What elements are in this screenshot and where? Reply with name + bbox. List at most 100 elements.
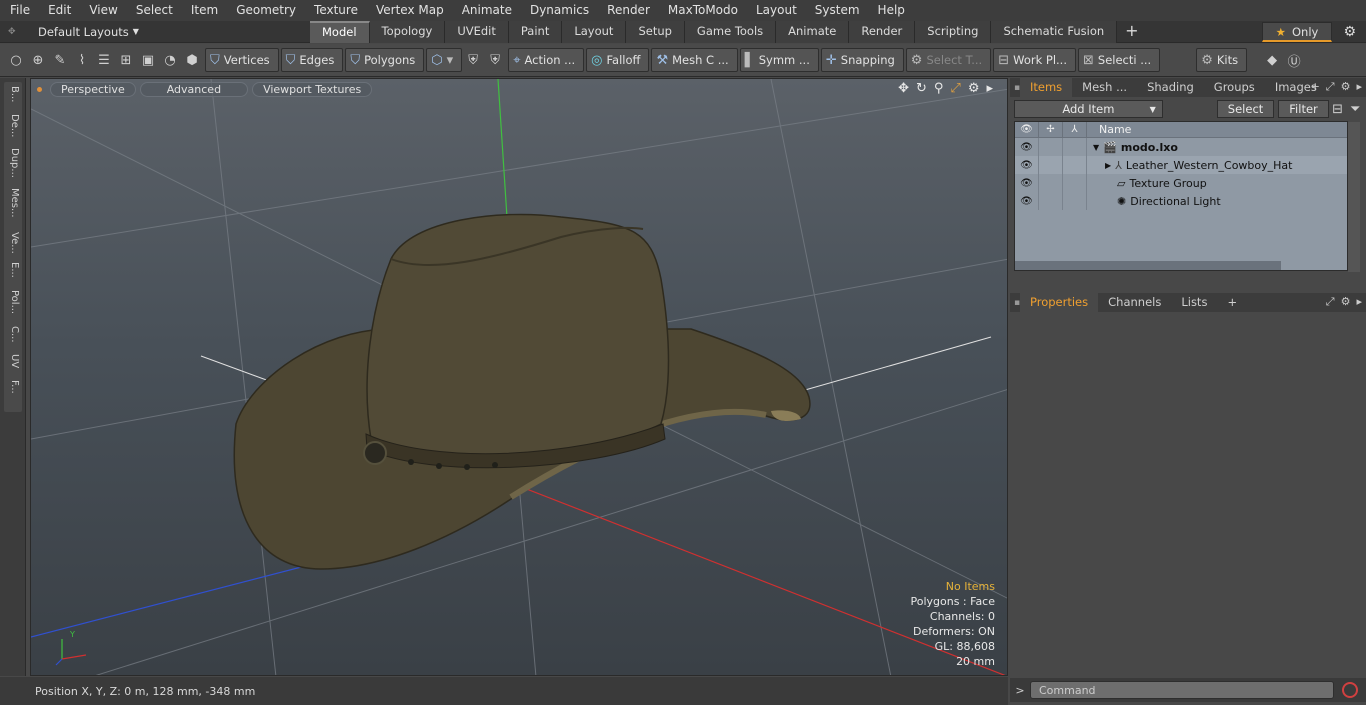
vertices-button[interactable]: ⛉ Vertices (205, 48, 279, 72)
eye-icon[interactable]: 👁 (1015, 138, 1039, 156)
select-through-button[interactable]: ⚙ Select T... (905, 48, 992, 72)
select-circle-icon[interactable]: ○ (5, 49, 27, 71)
menu-vertex-map[interactable]: Vertex Map (366, 0, 452, 21)
menu-select[interactable]: Select (126, 0, 181, 21)
add-item-dropdown[interactable]: Add Item ▼ (1014, 100, 1163, 118)
tab-topology[interactable]: Topology (369, 20, 446, 43)
items-horizontal-scrollbar[interactable] (1015, 261, 1281, 270)
symmetry-button[interactable]: ▌ Symm ... (739, 48, 819, 72)
material-mode-button[interactable]: ⬡ ▾ (426, 48, 463, 72)
left-tab-deform[interactable]: De... (6, 114, 20, 137)
collapse-icon[interactable]: ⊟ (1329, 98, 1347, 120)
expand-icon[interactable]: ⤢ (1326, 295, 1335, 309)
tab-animate[interactable]: Animate (776, 20, 850, 43)
pan-icon[interactable]: ✥ (898, 81, 909, 96)
item-row-hat-mesh[interactable]: 👁 ▶ ⅄ Leather_Western_Cowboy_Hat (1015, 156, 1347, 174)
falloff-button[interactable]: ◎ Falloff (586, 48, 650, 72)
tab-channels[interactable]: Channels (1098, 293, 1171, 312)
select-button[interactable]: Select (1216, 100, 1275, 118)
layout-select[interactable]: ✥ Default Layouts ▼ (0, 25, 310, 39)
viewport-textures-button[interactable]: Viewport Textures (252, 81, 373, 97)
menu-layout[interactable]: Layout (746, 0, 805, 21)
eye-icon[interactable]: 👁 (1015, 156, 1039, 174)
left-tab-uv[interactable]: UV (6, 354, 20, 368)
globe-icon[interactable]: ⊕ (27, 49, 49, 71)
menu-view[interactable]: View (79, 0, 125, 21)
item-row-texture-group[interactable]: 👁 ▱ Texture Group (1015, 174, 1347, 192)
command-arrow-icon[interactable]: > (1010, 684, 1030, 697)
funnel-icon[interactable]: ⏷ (1346, 98, 1364, 120)
command-input[interactable] (1030, 681, 1334, 699)
left-tab-mesh-edit[interactable]: Mes... (6, 188, 20, 218)
tab-game-tools[interactable]: Game Tools (684, 20, 777, 43)
panel-gear-icon[interactable]: ⚙ (1341, 295, 1351, 309)
work-plane-button[interactable]: ⊟ Work Pl... (993, 48, 1076, 72)
panel-grip-icon[interactable]: ▪ (1010, 83, 1020, 93)
tab-shading[interactable]: Shading (1137, 78, 1204, 97)
snapping-button[interactable]: ✛ Snapping (820, 48, 904, 72)
locator-column-icon[interactable]: ⅄ (1063, 122, 1087, 137)
tab-setup[interactable]: Setup (626, 20, 685, 43)
brush-icon[interactable]: ⌇ (71, 49, 93, 71)
gear-icon[interactable]: ⚙ (1343, 24, 1356, 40)
play-arrow-icon[interactable]: ▸ (986, 81, 993, 96)
expand-icon[interactable]: ⤢ (1326, 80, 1335, 94)
filter-button[interactable]: Filter (1278, 100, 1329, 118)
mesh-constraint-button[interactable]: ⚒ Mesh C ... (651, 48, 738, 72)
pie-icon[interactable]: ◔ (159, 49, 181, 71)
left-tab-fusion[interactable]: F... (6, 380, 20, 394)
unreal-icon[interactable]: Ⓤ (1283, 49, 1305, 71)
menu-texture[interactable]: Texture (304, 0, 366, 21)
selection-sets-button[interactable]: ⊠ Selecti ... (1078, 48, 1161, 72)
left-tab-edge[interactable]: E... (6, 262, 20, 278)
menu-animate[interactable]: Animate (452, 0, 520, 21)
symmetry-shield-icon[interactable]: ⛨ (462, 49, 484, 71)
zoom-icon[interactable]: ⚲ (934, 81, 944, 96)
name-column-header[interactable]: Name (1087, 122, 1131, 137)
menu-help[interactable]: Help (868, 0, 913, 21)
left-tab-duplicate[interactable]: Dup... (6, 148, 20, 178)
menu-maxtomodo[interactable]: MaxToModo (658, 0, 746, 21)
panel-arrow-icon[interactable]: ▸ (1356, 80, 1362, 94)
eye-icon[interactable]: 👁 (1015, 192, 1039, 210)
menu-dynamics[interactable]: Dynamics (520, 0, 597, 21)
menu-geometry[interactable]: Geometry (226, 0, 304, 21)
align-icon[interactable]: ☰ (93, 49, 115, 71)
panel-gear-icon[interactable]: ⚙ (1341, 80, 1351, 94)
visibility-column-icon[interactable]: 👁 (1015, 122, 1039, 137)
3d-viewport[interactable]: Y Perspective Advanced Viewport Textures… (30, 78, 1008, 676)
item-row-directional-light[interactable]: 👁 ✺ Directional Light (1015, 192, 1347, 210)
menu-item[interactable]: Item (181, 0, 226, 21)
expand-triangle-icon[interactable]: ▼ (1093, 143, 1099, 152)
frame-icon[interactable]: ▣ (137, 49, 159, 71)
edges-button[interactable]: ⛉ Edges (280, 48, 344, 72)
tab-schematic-fusion[interactable]: Schematic Fusion (991, 20, 1118, 43)
rotate-icon[interactable]: ↻ (916, 81, 927, 96)
left-tab-vertex[interactable]: Ve... (6, 232, 20, 254)
polygons-button[interactable]: ⛉ Polygons (345, 48, 425, 72)
tab-model[interactable]: Model (310, 20, 370, 43)
tab-scripting[interactable]: Scripting (915, 20, 992, 43)
eye-icon[interactable]: 👁 (1015, 174, 1039, 192)
kits-button[interactable]: ⚙ Kits (1196, 48, 1248, 72)
add-panel-tab-icon[interactable]: + (1217, 293, 1247, 312)
action-center-button[interactable]: ⌖ Action ... (508, 48, 585, 72)
menu-system[interactable]: System (805, 0, 868, 21)
left-tab-curve[interactable]: C... (6, 326, 20, 343)
add-panel-tab-icon[interactable]: + (1311, 80, 1320, 94)
tab-render[interactable]: Render (849, 20, 916, 43)
panel-grip-icon[interactable]: ▪ (1010, 298, 1020, 308)
tab-properties[interactable]: Properties (1020, 293, 1099, 312)
menu-file[interactable]: File (0, 0, 38, 21)
viewport-gear-icon[interactable]: ⚙ (968, 81, 980, 96)
pen-icon[interactable]: ✎ (49, 49, 71, 71)
tab-paint[interactable]: Paint (508, 20, 563, 43)
viewport-menu-dot-icon[interactable] (37, 86, 42, 92)
maximize-icon[interactable]: ⤢ (950, 81, 960, 96)
tab-lists[interactable]: Lists (1171, 293, 1217, 312)
pivot-shield-icon[interactable]: ⛨ (484, 49, 506, 71)
only-button[interactable]: ★ Only (1262, 22, 1332, 42)
item-row-scene[interactable]: 👁 ▼ 🎬 modo.lxo (1015, 138, 1347, 156)
tab-mesh[interactable]: Mesh ... (1072, 78, 1137, 97)
left-tab-basic[interactable]: B... (6, 86, 20, 102)
